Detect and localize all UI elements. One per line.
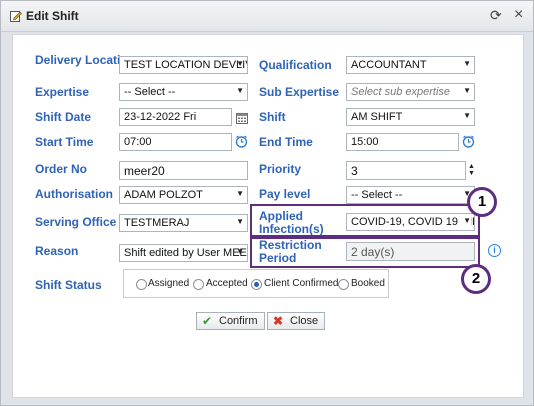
edit-shift-dialog: Edit Shift ⟳ × Delivery Location Qualifi… bbox=[0, 0, 534, 406]
sub-expertise-select[interactable]: Select sub expertise ▼ bbox=[346, 83, 475, 101]
dropdown-caret-icon: ▼ bbox=[463, 111, 471, 120]
dialog-title: Edit Shift bbox=[26, 9, 79, 23]
dropdown-caret-icon: ▼ bbox=[236, 217, 244, 226]
close-button[interactable]: ✖ Close bbox=[267, 312, 326, 330]
dropdown-caret-icon: ▼ bbox=[236, 189, 244, 198]
info-icon[interactable]: i bbox=[488, 244, 501, 257]
highlight-box-2 bbox=[250, 237, 480, 268]
priority-value: 3 bbox=[351, 164, 358, 178]
radio-accepted-label: Accepted bbox=[206, 278, 248, 289]
dropdown-caret-icon: ▼ bbox=[463, 59, 471, 68]
highlight-box-1 bbox=[250, 204, 480, 237]
start-time-value: 07:00 bbox=[124, 136, 152, 148]
shift-status-label: Shift Status bbox=[35, 278, 102, 292]
serving-office-select[interactable]: TESTMERAJ ▼ bbox=[119, 214, 248, 232]
qualification-select[interactable]: ACCOUNTANT ▼ bbox=[346, 56, 475, 74]
delivery-location-value: TEST LOCATION DEVLIVERY bbox=[124, 59, 247, 71]
reason-select[interactable]: Shift edited by User MEENU ▼ bbox=[119, 244, 248, 262]
expertise-value: -- Select -- bbox=[124, 86, 176, 98]
order-no-label: Order No bbox=[35, 162, 88, 176]
annotation-badge-1: 1 bbox=[467, 187, 497, 217]
edit-icon bbox=[10, 11, 22, 22]
title-bar: Edit Shift ⟳ × bbox=[1, 1, 533, 32]
serving-office-label: Serving Office bbox=[35, 215, 117, 229]
annotation-badge-2: 2 bbox=[461, 264, 491, 294]
shift-date-input[interactable]: 23-12-2022 Fri bbox=[119, 108, 232, 126]
calendar-icon[interactable] bbox=[236, 113, 248, 124]
reason-label: Reason bbox=[35, 244, 79, 258]
authorisation-label: Authorisation bbox=[35, 187, 113, 201]
radio-client-confirmed-label: Client Confirmed bbox=[264, 278, 339, 289]
end-time-input[interactable]: 15:00 bbox=[346, 133, 459, 151]
radio-client-confirmed[interactable] bbox=[251, 279, 262, 290]
radio-booked-label: Booked bbox=[351, 278, 385, 289]
dropdown-caret-icon: ▼ bbox=[236, 59, 244, 68]
sub-expertise-placeholder: Select sub expertise bbox=[351, 86, 451, 98]
priority-stepper-icon[interactable]: ▲ ▼ bbox=[468, 163, 475, 177]
delivery-location-select[interactable]: TEST LOCATION DEVLIVERY ▼ bbox=[119, 56, 248, 74]
clock-icon[interactable] bbox=[462, 135, 475, 148]
start-time-input[interactable]: 07:00 bbox=[119, 133, 232, 151]
radio-assigned[interactable] bbox=[136, 279, 147, 290]
end-time-value: 15:00 bbox=[351, 136, 379, 148]
pay-level-select[interactable]: -- Select -- ▼ bbox=[346, 186, 475, 204]
checkmark-icon: ✔ bbox=[202, 314, 213, 328]
confirm-button[interactable]: ✔ Confirm bbox=[196, 312, 265, 330]
qualification-value: ACCOUNTANT bbox=[351, 59, 427, 71]
radio-booked[interactable] bbox=[338, 279, 349, 290]
shift-value: AM SHIFT bbox=[351, 111, 403, 123]
expertise-select[interactable]: -- Select -- ▼ bbox=[119, 83, 248, 101]
pay-level-value: -- Select -- bbox=[351, 189, 403, 201]
order-no-value: meer20 bbox=[124, 164, 165, 178]
close-button-label: Close bbox=[290, 315, 319, 327]
refresh-icon[interactable]: ⟳ bbox=[490, 7, 502, 24]
priority-input[interactable]: 3 bbox=[346, 161, 466, 180]
expertise-label: Expertise bbox=[35, 85, 90, 99]
dropdown-caret-icon: ▼ bbox=[236, 86, 244, 95]
start-time-label: Start Time bbox=[35, 135, 94, 149]
dropdown-caret-icon: ▼ bbox=[463, 86, 471, 95]
close-x-icon: ✖ bbox=[273, 314, 284, 328]
shift-label: Shift bbox=[259, 110, 286, 124]
confirm-button-label: Confirm bbox=[219, 315, 258, 327]
end-time-label: End Time bbox=[259, 135, 313, 149]
reason-value: Shift edited by User MEENU bbox=[124, 247, 247, 259]
authorisation-select[interactable]: ADAM POLZOT ▼ bbox=[119, 186, 248, 204]
shift-date-value: 23-12-2022 Fri bbox=[124, 111, 197, 123]
shift-status-group: Assigned Accepted Client Confirmed Booke… bbox=[123, 269, 389, 298]
serving-office-value: TESTMERAJ bbox=[124, 217, 190, 229]
close-icon[interactable]: × bbox=[514, 6, 523, 24]
authorisation-value: ADAM POLZOT bbox=[124, 189, 203, 201]
shift-date-label: Shift Date bbox=[35, 110, 92, 124]
sub-expertise-label: Sub Expertise bbox=[259, 85, 340, 99]
clock-icon[interactable] bbox=[235, 135, 248, 148]
shift-select[interactable]: AM SHIFT ▼ bbox=[346, 108, 475, 126]
radio-assigned-label: Assigned bbox=[148, 278, 190, 289]
dropdown-caret-icon: ▼ bbox=[236, 247, 244, 256]
priority-label: Priority bbox=[259, 162, 302, 176]
qualification-label: Qualification bbox=[259, 58, 332, 72]
order-no-input[interactable]: meer20 bbox=[119, 161, 248, 180]
radio-accepted[interactable] bbox=[193, 279, 204, 290]
pay-level-label: Pay level bbox=[259, 187, 311, 201]
